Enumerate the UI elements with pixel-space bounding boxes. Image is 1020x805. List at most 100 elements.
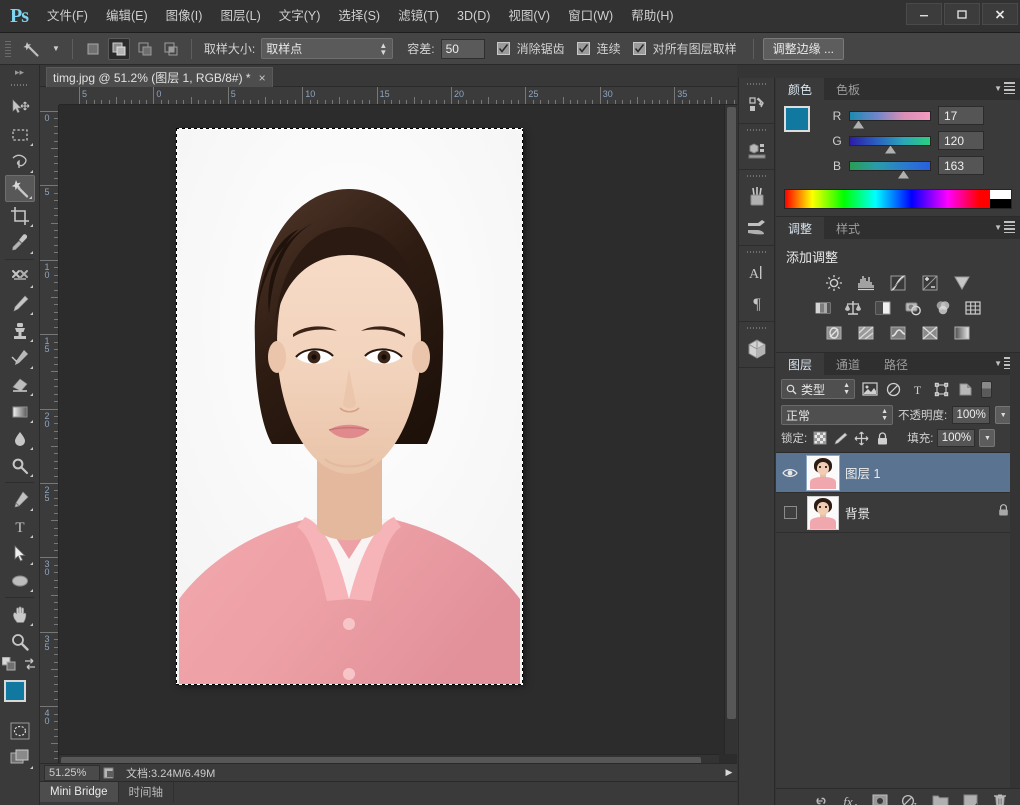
3d-panel-icon[interactable] (742, 136, 772, 165)
curves-icon[interactable] (888, 274, 908, 292)
dock-grip[interactable] (746, 126, 767, 135)
channel-g-value[interactable]: 120 (938, 131, 984, 150)
default-colors-icon[interactable] (1, 656, 17, 677)
play-arrow-icon[interactable]: ▶ (721, 767, 737, 778)
close-button[interactable] (982, 3, 1018, 25)
move-tool[interactable] (5, 94, 35, 121)
zoom-tool[interactable] (5, 628, 35, 655)
black-white-icon[interactable] (873, 299, 893, 317)
lock-image-icon[interactable] (832, 430, 849, 447)
exposure-icon[interactable] (920, 274, 940, 292)
vibrance-icon[interactable] (952, 274, 972, 292)
channel-r-knob[interactable] (853, 120, 864, 129)
layer-visibility-eye-icon[interactable] (779, 467, 801, 479)
document-tab[interactable]: timg.jpg @ 51.2% (图层 1, RGB/8#) * × (46, 67, 273, 87)
hue-saturation-icon[interactable] (813, 299, 833, 317)
lock-transparency-icon[interactable] (811, 430, 828, 447)
pen-tool[interactable] (5, 486, 35, 513)
layer-visibility-toggle[interactable] (779, 506, 801, 519)
color-panel-swatches[interactable] (784, 106, 822, 144)
menu-type[interactable]: 文字(Y) (270, 4, 330, 28)
hand-tool[interactable] (5, 601, 35, 628)
channel-g-slider[interactable] (849, 135, 931, 154)
channel-r-value[interactable]: 17 (938, 106, 984, 125)
channel-g-knob[interactable] (885, 145, 896, 154)
channel-r-slider[interactable] (849, 110, 931, 129)
close-icon[interactable]: × (259, 71, 266, 85)
tab-swatches[interactable]: 色板 (824, 78, 873, 100)
channel-b-slider[interactable] (849, 160, 931, 179)
anti-alias-checkbox[interactable] (496, 42, 510, 55)
eraser-tool[interactable] (5, 371, 35, 398)
screen-mode-icon[interactable] (5, 744, 35, 771)
dock-grip[interactable] (746, 172, 767, 181)
magic-wand-tool[interactable] (4, 175, 35, 202)
subtract-from-selection-button[interactable] (134, 38, 156, 60)
quick-mask-icon[interactable] (5, 717, 35, 744)
panel-menu-icon[interactable]: ▼ (994, 221, 1015, 233)
lock-all-icon[interactable] (874, 430, 891, 447)
character-panel-icon[interactable]: A (742, 258, 772, 287)
color-swatches[interactable] (3, 679, 37, 713)
blur-tool[interactable] (5, 425, 35, 452)
blend-mode-select[interactable]: 正常 ▲ ▼ (781, 405, 893, 425)
threshold-icon[interactable] (888, 324, 908, 342)
tab-layers[interactable]: 图层 (776, 353, 825, 375)
minimize-button[interactable] (906, 3, 942, 25)
options-bar-grip[interactable] (4, 38, 13, 59)
gradient-map-icon[interactable] (920, 324, 940, 342)
tool-preset-chevron-down-icon[interactable]: ▼ (49, 44, 63, 53)
filter-shape-icon[interactable] (932, 380, 951, 398)
intersect-selection-button[interactable] (160, 38, 182, 60)
filter-toggle-switch[interactable] (981, 380, 992, 398)
lock-position-icon[interactable] (853, 430, 870, 447)
filter-pixel-icon[interactable] (860, 380, 879, 398)
history-panel-icon[interactable] (742, 90, 772, 119)
anti-alias-checkbox-group[interactable]: 消除锯齿 (496, 40, 565, 57)
add-to-selection-button[interactable] (107, 37, 130, 60)
posterize-icon[interactable] (856, 324, 876, 342)
menu-3d[interactable]: 3D(D) (448, 4, 499, 28)
new-group-icon[interactable] (930, 791, 950, 805)
filter-type-icon[interactable]: T (908, 380, 927, 398)
opacity-input[interactable]: 100% (952, 406, 991, 424)
tab-color[interactable]: 颜色 (776, 78, 825, 100)
contiguous-checkbox-group[interactable]: 连续 (576, 40, 621, 57)
delete-layer-icon[interactable] (990, 791, 1010, 805)
color-balance-icon[interactable] (843, 299, 863, 317)
tab-channels[interactable]: 通道 (824, 353, 873, 375)
layer-row-1[interactable]: 图层 1 (776, 453, 1020, 493)
menu-edit[interactable]: 编辑(E) (97, 4, 157, 28)
tab-paths[interactable]: 路径 (872, 353, 921, 375)
layer-name[interactable]: 图层 1 (845, 463, 1020, 482)
tab-styles[interactable]: 样式 (824, 217, 873, 239)
clone-stamp-tool[interactable] (5, 317, 35, 344)
layer-row-2[interactable]: 背景 (776, 493, 1020, 533)
dock-grip[interactable] (746, 80, 767, 89)
new-layer-icon[interactable] (960, 791, 980, 805)
tab-adjustments[interactable]: 调整 (776, 217, 825, 239)
3d-object-panel-icon[interactable] (742, 334, 772, 363)
filter-adjustment-icon[interactable] (884, 380, 903, 398)
menu-help[interactable]: 帮助(H) (622, 4, 682, 28)
horizontal-type-tool[interactable]: T (5, 513, 35, 540)
canvas-artboard[interactable] (176, 128, 523, 685)
new-selection-button[interactable] (82, 38, 104, 60)
invert-icon[interactable] (824, 324, 844, 342)
magic-wand-icon[interactable] (17, 37, 45, 61)
channel-mixer-icon[interactable] (933, 299, 953, 317)
layer-thumbnail[interactable] (807, 495, 839, 530)
v-scroll-thumb[interactable] (727, 107, 736, 719)
layer-style-fx-icon[interactable]: fx (840, 791, 860, 805)
new-fill-adjustment-icon[interactable] (900, 791, 920, 805)
zoom-level-input[interactable]: 51.25% (44, 764, 100, 781)
menu-view[interactable]: 视图(V) (499, 4, 559, 28)
dodge-tool[interactable] (5, 452, 35, 479)
spectrum-black-white-swatch[interactable] (990, 190, 1011, 208)
sample-all-layers-checkbox-group[interactable]: 对所有图层取样 (632, 40, 737, 57)
brightness-contrast-icon[interactable] (824, 274, 844, 292)
menu-window[interactable]: 窗口(W) (559, 4, 622, 28)
vertical-scrollbar[interactable] (724, 105, 737, 754)
swap-colors-icon[interactable] (23, 657, 38, 677)
vertical-ruler[interactable]: 0 5 10 15 20 25 30 35 40 (40, 105, 59, 767)
